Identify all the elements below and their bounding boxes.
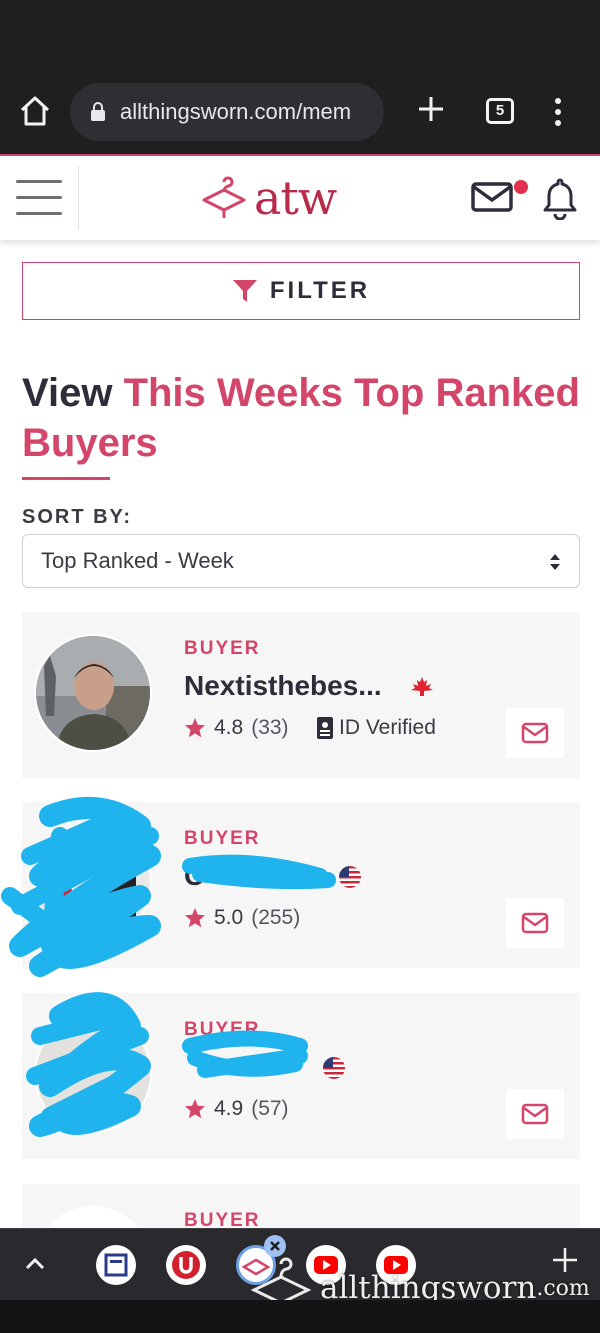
title-underline	[22, 477, 110, 480]
tab-favicon[interactable]	[166, 1245, 206, 1285]
logo-text: atw	[254, 171, 337, 225]
envelope-icon	[521, 722, 549, 744]
redaction-scribble	[1, 797, 336, 1137]
bell-icon	[543, 178, 577, 221]
rating: 4.8 (33)	[184, 716, 289, 740]
avatar[interactable]	[36, 1208, 150, 1228]
unread-dot	[514, 180, 528, 194]
review-count: (33)	[251, 716, 289, 739]
title-prefix: View	[22, 371, 113, 415]
username[interactable]: Nextisthebes...	[184, 670, 382, 702]
status-bar	[0, 0, 600, 70]
home-icon	[20, 96, 50, 126]
buyer-card[interactable]: BUYER Nextisthebes... 4.8 (33) ID Verifi…	[22, 612, 580, 778]
new-tab-button[interactable]	[414, 92, 448, 130]
hanger-logo-icon	[202, 176, 246, 218]
watermark-suffix: .com	[536, 1275, 590, 1301]
address-bar[interactable]: allthingsworn.com/mem	[70, 83, 384, 141]
role-label: BUYER	[184, 1210, 261, 1228]
verified-text: ID Verified	[339, 716, 436, 739]
menu-icon	[555, 98, 561, 104]
tab-switcher-button[interactable]: 5	[486, 98, 514, 124]
envelope-icon	[521, 1103, 549, 1125]
filter-icon	[232, 280, 257, 302]
avatar[interactable]	[36, 636, 150, 750]
notifications-button[interactable]	[540, 176, 580, 221]
site-logo[interactable]: atw	[200, 168, 337, 228]
browser-menu-button[interactable]	[550, 98, 566, 128]
browser-toolbar: allthingsworn.com/mem 5	[0, 70, 600, 154]
avatar-photo	[36, 636, 150, 750]
filter-button[interactable]: FILTER	[22, 262, 580, 320]
site-header: atw	[0, 156, 600, 240]
close-icon	[270, 1241, 280, 1251]
url-text: allthingsworn.com/mem	[120, 99, 352, 124]
id-verified-badge: ID Verified	[317, 716, 436, 740]
plus-icon	[419, 97, 443, 121]
chevron-up-icon[interactable]	[24, 1253, 46, 1275]
canada-flag-icon	[411, 677, 433, 696]
system-nav-bar	[0, 1300, 600, 1333]
header-divider	[78, 166, 79, 230]
star-icon	[185, 718, 205, 738]
close-tab-button[interactable]	[264, 1235, 286, 1257]
u-logo-icon	[172, 1251, 200, 1279]
sort-select[interactable]: Top Ranked - Week	[22, 534, 580, 588]
sort-label: SORT BY:	[22, 506, 133, 528]
page-title: View This Weeks Top Ranked Buyers	[22, 368, 582, 468]
lock-icon	[91, 102, 105, 121]
id-card-icon	[317, 717, 333, 739]
role-label: BUYER	[184, 638, 261, 659]
message-button[interactable]	[506, 898, 564, 948]
calendar-icon	[104, 1253, 128, 1277]
message-button[interactable]	[506, 1089, 564, 1139]
buyer-card[interactable]: BUYER	[22, 1184, 580, 1228]
tab-count: 5	[495, 102, 505, 119]
select-arrows-icon	[550, 554, 560, 570]
filter-label: FILTER	[269, 277, 371, 304]
messages-button[interactable]	[470, 180, 518, 216]
rating-value: 4.8	[214, 716, 244, 739]
home-button[interactable]	[18, 94, 52, 128]
message-button[interactable]	[506, 708, 564, 758]
hamburger-icon[interactable]	[16, 180, 62, 216]
sort-selected-value: Top Ranked - Week	[41, 548, 234, 573]
envelope-icon	[521, 912, 549, 934]
tab-favicon[interactable]	[96, 1245, 136, 1285]
envelope-icon	[471, 182, 513, 212]
